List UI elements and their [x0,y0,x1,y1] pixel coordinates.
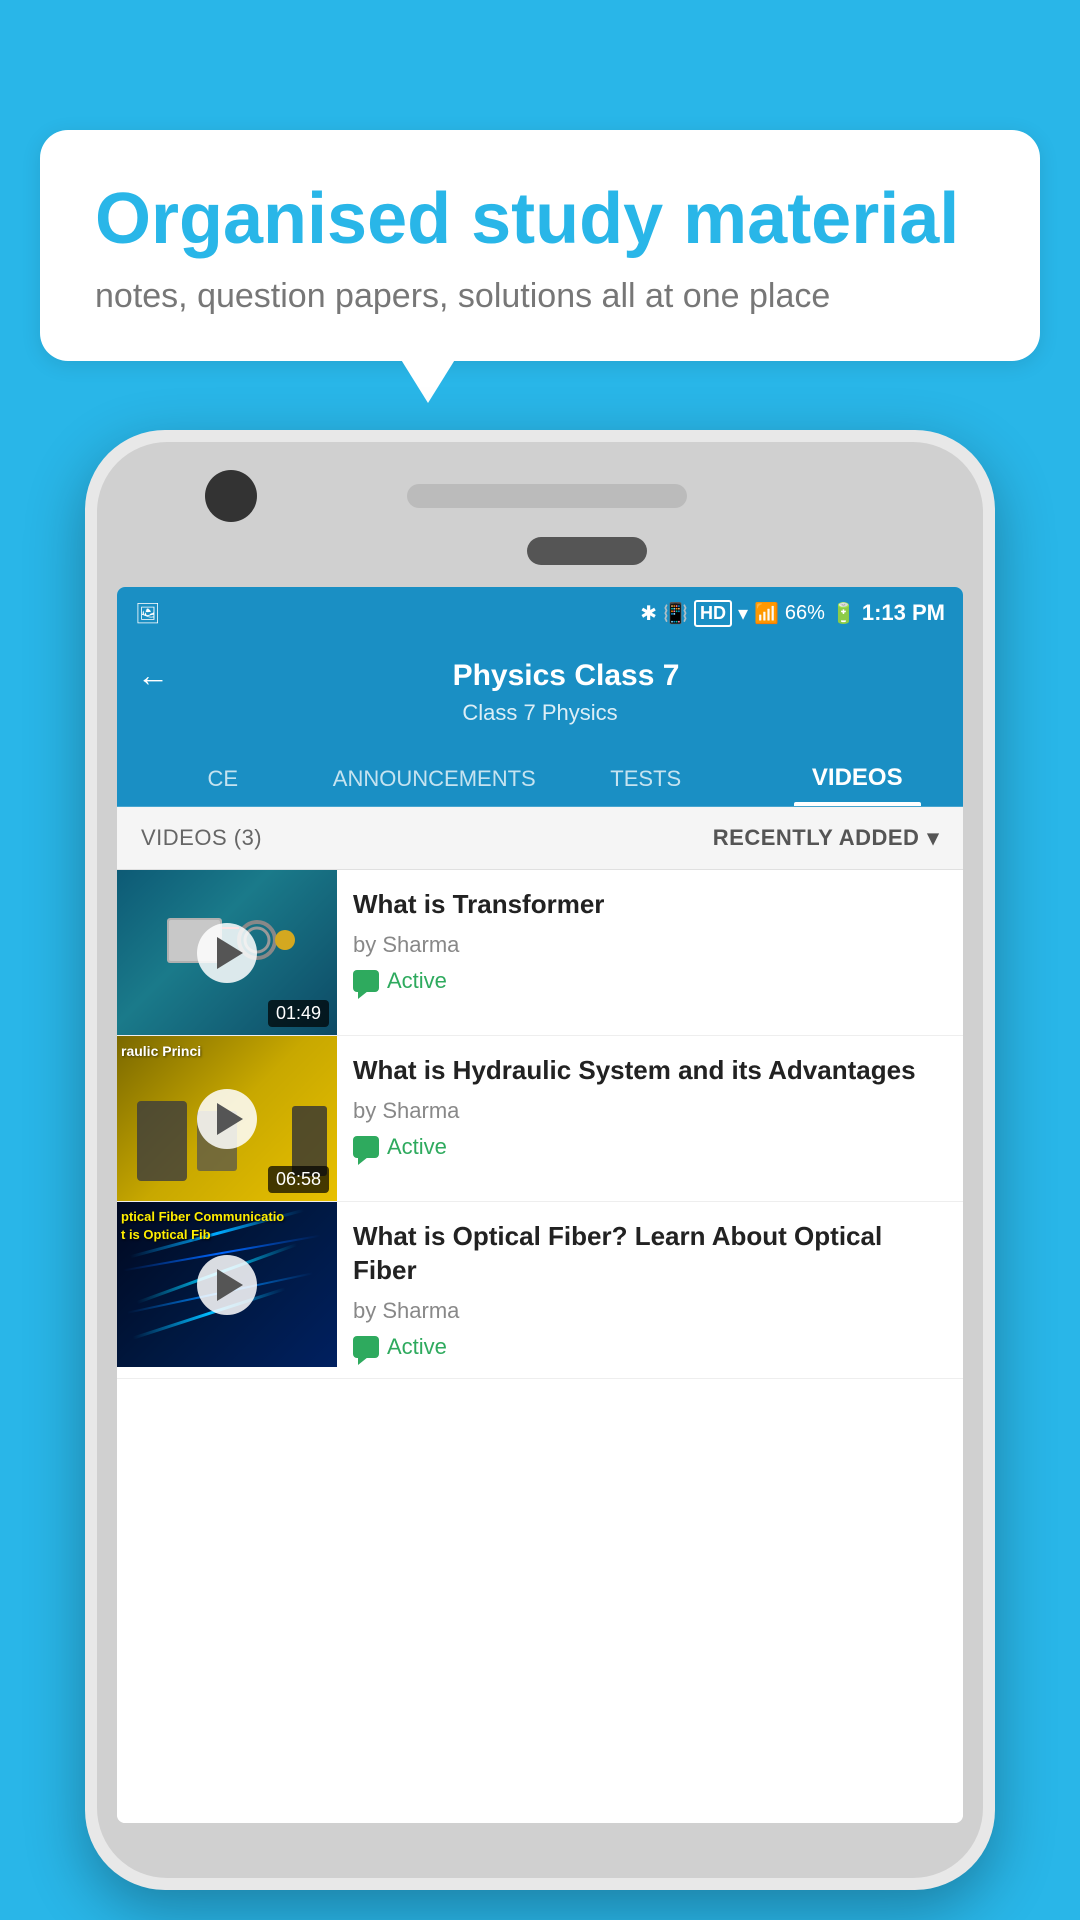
video-author-optical: by Sharma [353,1298,947,1324]
hydraulic-thumb-text: raulic Princi [121,1042,201,1060]
app-bar-top: ← Physics Class 7 [137,657,943,694]
app-title: Physics Class 7 [189,659,943,693]
video-title-transformer: What is Transformer [353,888,947,922]
video-count: VIDEOS (3) [141,825,262,851]
sort-dropdown[interactable]: RECENTLY ADDED ▾ [713,825,939,851]
play-icon-optical [217,1269,243,1301]
phone-inner: 🖼 ✱ 📳 HD ▾ 📶 66% 🔋 1:13 PM ← Physics C [97,442,983,1878]
video-title-optical: What is Optical Fiber? Learn About Optic… [353,1220,947,1288]
play-icon-hydraulic [217,1103,243,1135]
active-label-hydraulic: Active [387,1134,447,1160]
duration-hydraulic: 06:58 [268,1166,329,1193]
bubble-subtitle: notes, question papers, solutions all at… [95,277,985,316]
tab-announcements[interactable]: ANNOUNCEMENTS [329,748,541,806]
video-info-transformer: What is Transformer by Sharma Active [337,870,963,1012]
phone-speaker [407,484,687,508]
chat-icon-optical [353,1336,379,1358]
duration-transformer: 01:49 [268,1000,329,1027]
play-button-optical[interactable] [197,1255,257,1315]
play-button-transformer[interactable] [197,923,257,983]
phone-camera [205,470,257,522]
phone-home-button [527,537,647,565]
video-list: 01:49 What is Transformer by Sharma Acti… [117,870,963,1823]
bluetooth-icon: ✱ [640,601,657,626]
video-thumb-transformer: 01:49 [117,870,337,1035]
status-left: 🖼 [135,601,166,626]
video-item-hydraulic[interactable]: raulic Princi 06:58 [117,1036,963,1202]
tab-videos[interactable]: VIDEOS [752,746,964,806]
video-status-transformer: Active [353,968,947,994]
signal-icon: 📶 [754,601,779,626]
tab-tests[interactable]: TESTS [540,748,752,806]
video-item-transformer[interactable]: 01:49 What is Transformer by Sharma Acti… [117,870,963,1036]
play-icon-transformer [217,937,243,969]
video-status-hydraulic: Active [353,1134,947,1160]
battery-percent: 66% [785,602,825,625]
video-thumb-hydraulic: raulic Princi 06:58 [117,1036,337,1201]
battery-icon: 🔋 [831,601,856,626]
filter-bar: VIDEOS (3) RECENTLY ADDED ▾ [117,807,963,870]
tabs-bar: CE ANNOUNCEMENTS TESTS VIDEOS [117,746,963,807]
optical-thumb-text: ptical Fiber Communicatiot is Optical Fi… [121,1208,284,1244]
sort-arrow: ▾ [927,825,939,851]
status-right: ✱ 📳 HD ▾ 📶 66% 🔋 1:13 PM [640,600,945,627]
app-bar: ← Physics Class 7 Class 7 Physics [117,639,963,746]
sort-label: RECENTLY ADDED [713,825,920,851]
video-info-hydraulic: What is Hydraulic System and its Advanta… [337,1036,963,1178]
video-item-optical[interactable]: ptical Fiber Communicatiot is Optical Fi… [117,1202,963,1379]
chat-icon-hydraulic [353,1136,379,1158]
active-label-optical: Active [387,1334,447,1360]
status-bar: 🖼 ✱ 📳 HD ▾ 📶 66% 🔋 1:13 PM [117,587,963,639]
status-time: 1:13 PM [862,600,945,626]
hd-badge: HD [694,600,732,627]
play-button-hydraulic[interactable] [197,1089,257,1149]
video-author-hydraulic: by Sharma [353,1098,947,1124]
app-breadcrumb: Class 7 Physics [137,700,943,726]
video-status-optical: Active [353,1334,947,1360]
chat-icon-transformer [353,970,379,992]
phone-frame: 🖼 ✱ 📳 HD ▾ 📶 66% 🔋 1:13 PM ← Physics C [85,430,995,1890]
active-label-transformer: Active [387,968,447,994]
wifi-icon: ▾ [738,601,748,626]
video-thumb-optical: ptical Fiber Communicatiot is Optical Fi… [117,1202,337,1367]
vibrate-icon: 📳 [663,601,688,626]
speech-bubble: Organised study material notes, question… [40,130,1040,361]
video-info-optical: What is Optical Fiber? Learn About Optic… [337,1202,963,1378]
bubble-title: Organised study material [95,180,985,259]
video-author-transformer: by Sharma [353,932,947,958]
screen: 🖼 ✱ 📳 HD ▾ 📶 66% 🔋 1:13 PM ← Physics C [117,587,963,1823]
video-title-hydraulic: What is Hydraulic System and its Advanta… [353,1054,947,1088]
back-button[interactable]: ← [137,657,169,694]
image-icon: 🖼 [135,601,160,626]
tab-ce[interactable]: CE [117,748,329,806]
